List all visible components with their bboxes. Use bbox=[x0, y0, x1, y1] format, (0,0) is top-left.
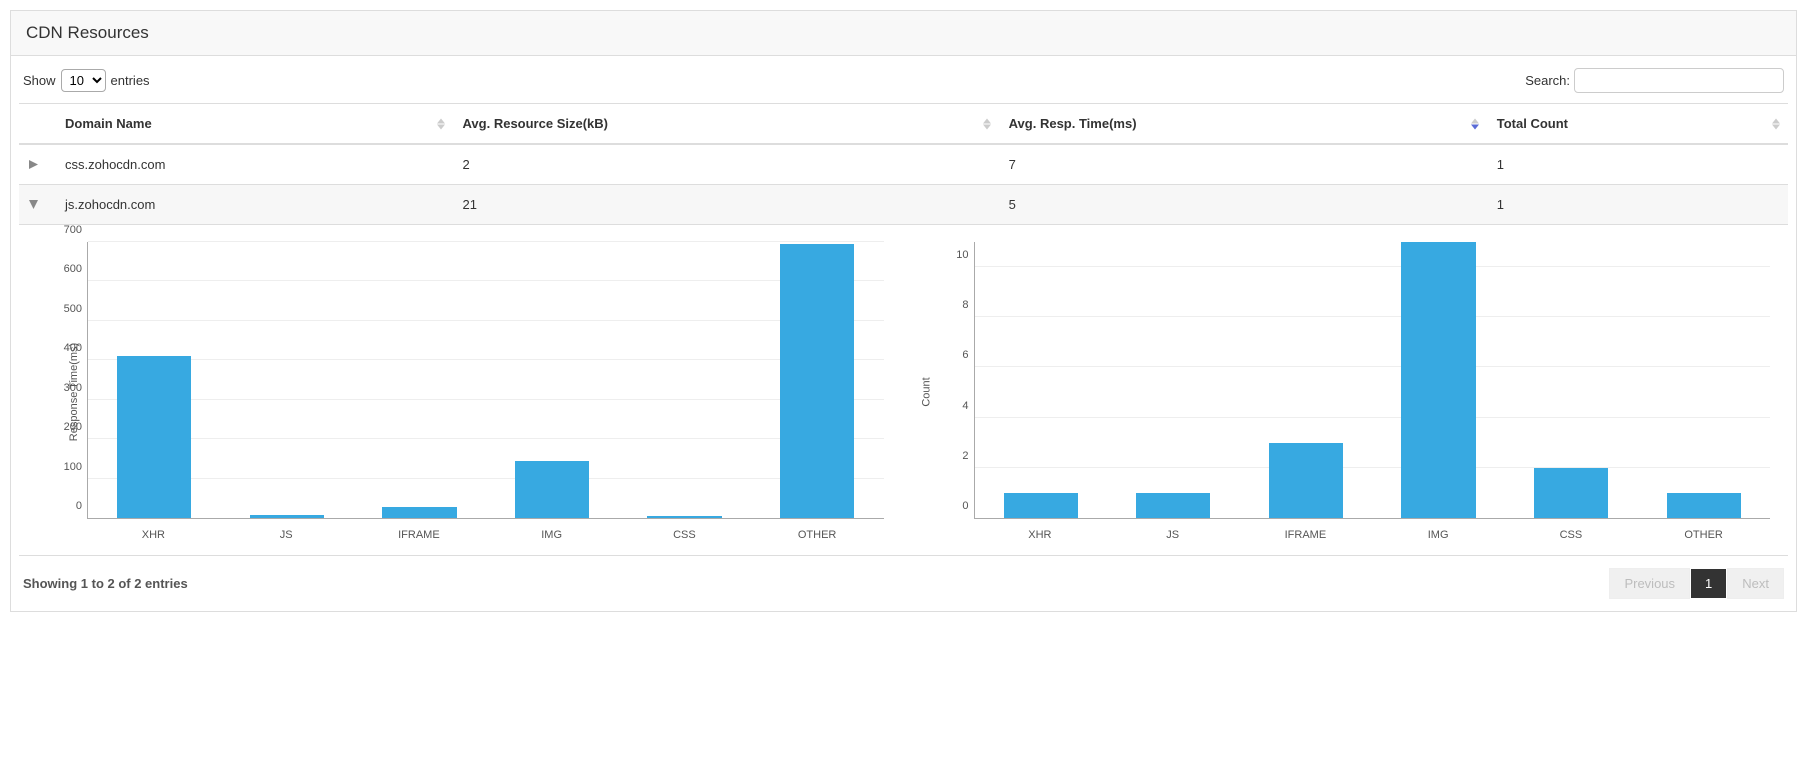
col-expand bbox=[19, 104, 55, 145]
expanded-detail-row: Response Time(ms) 0100200300400500600700… bbox=[19, 225, 1788, 556]
xlabel: JS bbox=[220, 529, 353, 541]
chart-bar[interactable] bbox=[515, 461, 589, 518]
chart-bar[interactable] bbox=[1136, 493, 1210, 518]
table-row: css.zohocdn.com 2 7 1 bbox=[19, 144, 1788, 185]
chart-bar[interactable] bbox=[1534, 468, 1608, 518]
ytick: 200 bbox=[48, 421, 82, 433]
cell-count: 1 bbox=[1487, 185, 1788, 225]
sort-icon bbox=[437, 118, 445, 129]
table-row: js.zohocdn.com 21 5 1 bbox=[19, 185, 1788, 225]
chart-bar[interactable] bbox=[382, 507, 456, 518]
col-domain[interactable]: Domain Name bbox=[55, 104, 453, 145]
chart-bar[interactable] bbox=[647, 516, 721, 518]
sort-icon bbox=[983, 118, 991, 129]
table-controls: Show 10 entries Search: bbox=[19, 60, 1788, 103]
sort-icon bbox=[1772, 118, 1780, 129]
col-count[interactable]: Total Count bbox=[1487, 104, 1788, 145]
ytick: 10 bbox=[935, 249, 969, 261]
search-input[interactable] bbox=[1574, 68, 1784, 93]
page-prev-button[interactable]: Previous bbox=[1609, 568, 1690, 599]
pagination: Previous 1 Next bbox=[1609, 568, 1784, 599]
ytick: 4 bbox=[935, 400, 969, 412]
search-control: Search: bbox=[1525, 68, 1784, 93]
cell-count: 1 bbox=[1487, 144, 1788, 185]
ytick: 0 bbox=[935, 500, 969, 512]
chart-bar[interactable] bbox=[1004, 493, 1078, 518]
show-label-post: entries bbox=[111, 73, 150, 88]
ytick: 0 bbox=[48, 500, 82, 512]
ytick: 2 bbox=[935, 450, 969, 462]
cell-domain: js.zohocdn.com bbox=[55, 185, 453, 225]
ytick: 6 bbox=[935, 349, 969, 361]
chart-bar[interactable] bbox=[1269, 443, 1343, 518]
table-info: Showing 1 to 2 of 2 entries bbox=[23, 576, 188, 591]
col-resp[interactable]: Avg. Resp. Time(ms) bbox=[999, 104, 1487, 145]
chart-bar[interactable] bbox=[1667, 493, 1741, 518]
panel-title: CDN Resources bbox=[11, 11, 1796, 56]
resources-table: Domain Name Avg. Resource Size(kB) bbox=[19, 103, 1788, 556]
ytick: 400 bbox=[48, 342, 82, 354]
table-footer: Showing 1 to 2 of 2 entries Previous 1 N… bbox=[19, 556, 1788, 603]
response-time-chart: Response Time(ms) 0100200300400500600700… bbox=[27, 237, 894, 547]
page-number-button[interactable]: 1 bbox=[1690, 568, 1727, 599]
ytick: 100 bbox=[48, 461, 82, 473]
xlabel: XHR bbox=[974, 529, 1107, 541]
xlabel: IFRAME bbox=[1239, 529, 1372, 541]
cell-resp: 5 bbox=[999, 185, 1487, 225]
ytick: 700 bbox=[48, 224, 82, 236]
cell-size: 21 bbox=[453, 185, 999, 225]
xlabel: JS bbox=[1106, 529, 1239, 541]
sort-icon-active-desc bbox=[1471, 118, 1479, 129]
xlabel: XHR bbox=[87, 529, 220, 541]
xlabel: IMG bbox=[485, 529, 618, 541]
xlabel: IFRAME bbox=[353, 529, 486, 541]
chart-ylabel: Count bbox=[920, 377, 932, 406]
chart-bar[interactable] bbox=[1401, 242, 1475, 518]
expand-row-icon[interactable] bbox=[29, 157, 38, 172]
page-next-button[interactable]: Next bbox=[1727, 568, 1784, 599]
ytick: 8 bbox=[935, 299, 969, 311]
detail-charts: Response Time(ms) 0100200300400500600700… bbox=[19, 225, 1788, 555]
collapse-row-icon[interactable] bbox=[29, 197, 38, 212]
xlabel: OTHER bbox=[1637, 529, 1770, 541]
ytick: 500 bbox=[48, 303, 82, 315]
chart-bar[interactable] bbox=[780, 244, 854, 518]
chart-bar[interactable] bbox=[117, 356, 191, 518]
show-label-pre: Show bbox=[23, 73, 56, 88]
page-length-select[interactable]: 10 bbox=[61, 69, 106, 92]
cell-resp: 7 bbox=[999, 144, 1487, 185]
xlabel: IMG bbox=[1372, 529, 1505, 541]
col-size[interactable]: Avg. Resource Size(kB) bbox=[453, 104, 999, 145]
search-label: Search: bbox=[1525, 73, 1570, 88]
ytick: 300 bbox=[48, 382, 82, 394]
xlabel: CSS bbox=[618, 529, 751, 541]
cdn-resources-panel: CDN Resources Show 10 entries Search: Do bbox=[10, 10, 1797, 612]
count-chart: Count 0 2 4 6 8 10 XHRJSIFRAMEIMGCSSOTHER bbox=[914, 237, 1781, 547]
xlabel: CSS bbox=[1505, 529, 1638, 541]
cell-domain: css.zohocdn.com bbox=[55, 144, 453, 185]
cell-size: 2 bbox=[453, 144, 999, 185]
xlabel: OTHER bbox=[751, 529, 884, 541]
length-control: Show 10 entries bbox=[23, 69, 150, 92]
chart-bar[interactable] bbox=[250, 515, 324, 518]
ytick: 600 bbox=[48, 263, 82, 275]
